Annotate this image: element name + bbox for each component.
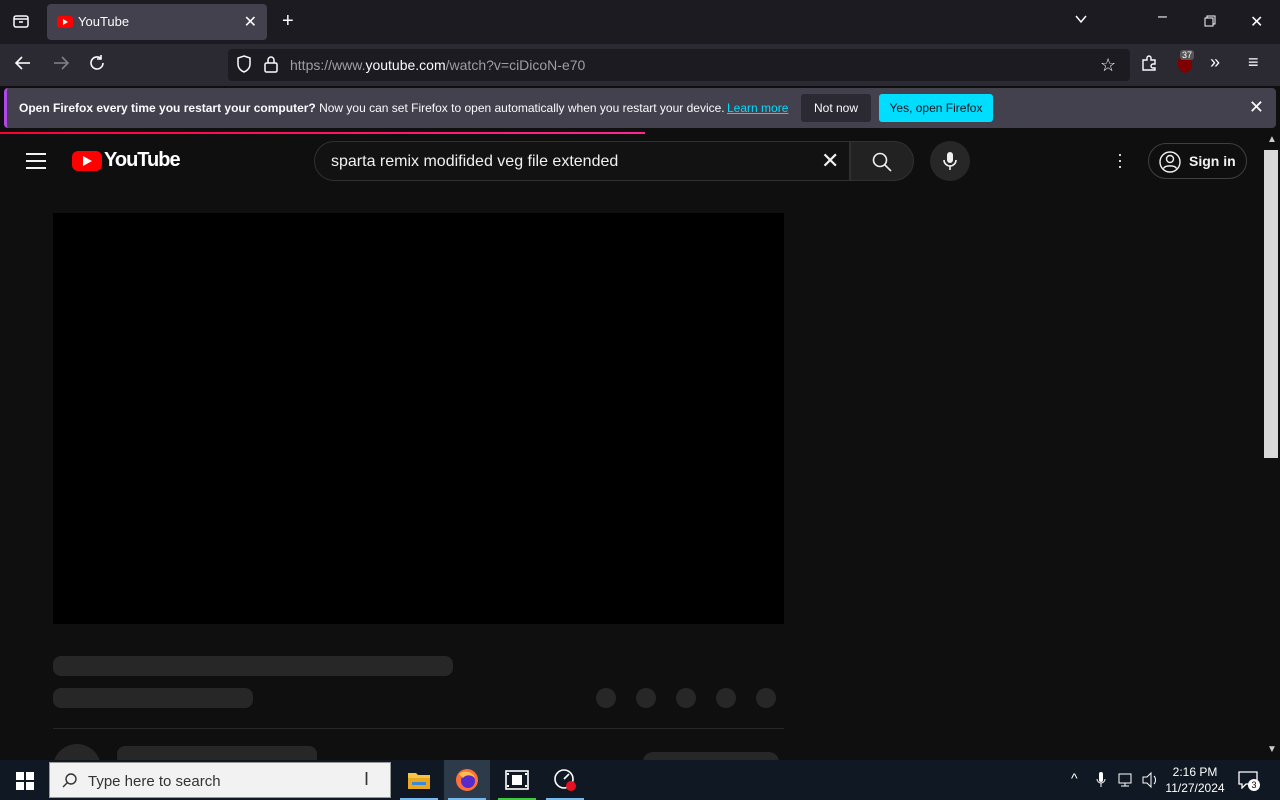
tab-youtube[interactable]: YouTube ✕ — [47, 4, 267, 40]
folder-icon — [408, 773, 430, 789]
tab-strip: YouTube ✕ + – ✕ — [0, 0, 1280, 44]
scroll-down-icon[interactable]: ▼ — [1267, 744, 1277, 755]
chevron-down-icon[interactable] — [1074, 12, 1088, 31]
microphone-tray-icon[interactable] — [1096, 772, 1106, 793]
bookmark-star-icon[interactable]: ☆ — [1100, 55, 1116, 76]
extension-badge: 37 — [1180, 50, 1195, 60]
text-cursor-icon: I — [364, 769, 370, 789]
title-placeholder — [53, 656, 453, 676]
settings-more-icon[interactable]: · · · — [1117, 145, 1123, 175]
address-bar[interactable]: https://www.youtube.com/watch?v=ciDicoN-… — [228, 49, 1130, 81]
youtube-favicon-icon — [57, 16, 73, 28]
app-menu-icon[interactable]: ≡ — [1248, 52, 1259, 73]
shield-icon[interactable] — [236, 55, 252, 78]
close-notification-icon[interactable]: ✕ — [1249, 97, 1264, 118]
not-now-button[interactable]: Not now — [801, 94, 871, 122]
yes-open-firefox-button[interactable]: Yes, open Firefox — [879, 94, 993, 122]
channel-placeholder — [53, 688, 253, 708]
tab-title: YouTube — [78, 14, 130, 29]
film-icon — [505, 770, 529, 790]
action-placeholder — [636, 688, 656, 708]
firefox-notification-bar: Open Firefox every time you restart your… — [4, 88, 1276, 128]
account-icon — [1159, 151, 1181, 173]
ublock-extension-icon[interactable]: 37 — [1176, 50, 1195, 74]
search-input[interactable]: sparta remix modifided veg file extended… — [314, 141, 850, 181]
action-placeholder — [596, 688, 616, 708]
new-tab-button[interactable]: + — [282, 10, 294, 33]
sign-in-label: Sign in — [1189, 153, 1236, 169]
minimize-button[interactable]: – — [1158, 8, 1167, 26]
video-player[interactable] — [53, 213, 784, 624]
taskbar-search-input[interactable]: Type here to search I — [49, 762, 391, 798]
navigation-toolbar: https://www.youtube.com/watch?v=ciDicoN-… — [0, 44, 1280, 86]
learn-more-link[interactable]: Learn more — [727, 101, 788, 115]
sign-in-button[interactable]: Sign in — [1148, 143, 1247, 179]
url-text: https://www.youtube.com/watch?v=ciDicoN-… — [290, 57, 586, 73]
search-icon — [872, 152, 892, 172]
action-placeholder — [716, 688, 736, 708]
divider — [53, 728, 784, 729]
firefox-app[interactable] — [444, 760, 490, 800]
recorder-icon — [554, 769, 576, 791]
clock[interactable]: 2:16 PM 11/27/2024 — [1160, 764, 1230, 796]
youtube-logo-text[interactable]: YouTube — [104, 149, 181, 172]
clock-time: 2:16 PM — [1172, 765, 1218, 779]
extensions-icon[interactable] — [1140, 54, 1158, 77]
scroll-up-icon[interactable]: ▲ — [1267, 134, 1277, 145]
overflow-chevron-icon[interactable]: » — [1210, 52, 1220, 73]
recorder-app[interactable] — [542, 760, 588, 800]
clock-date: 11/27/2024 — [1165, 781, 1225, 795]
microphone-icon — [943, 152, 957, 170]
file-explorer-app[interactable] — [396, 760, 442, 800]
scrollbar-thumb[interactable] — [1264, 150, 1278, 458]
firefox-icon — [456, 769, 478, 791]
search-icon — [62, 773, 77, 788]
taskbar-search-placeholder: Type here to search — [88, 773, 221, 790]
reload-button[interactable] — [88, 54, 106, 77]
video-editor-app[interactable] — [494, 760, 540, 800]
tab-list-icon[interactable] — [12, 12, 30, 35]
notification-count-badge: 3 — [1248, 779, 1260, 791]
youtube-logo-icon[interactable] — [72, 151, 102, 171]
guide-menu-icon[interactable] — [26, 153, 46, 169]
action-placeholder — [676, 688, 696, 708]
vertical-scrollbar[interactable]: ▲ ▼ — [1262, 134, 1280, 760]
back-button[interactable] — [14, 54, 32, 77]
lock-icon[interactable] — [264, 55, 278, 78]
windows-taskbar: Type here to search I ^ 2:16 PM 11/27/20… — [0, 760, 1280, 800]
action-center-icon[interactable]: 3 — [1238, 771, 1260, 794]
search-button[interactable] — [850, 141, 914, 181]
show-hidden-icons-chevron-icon[interactable]: ^ — [1071, 770, 1078, 786]
forward-button[interactable] — [52, 54, 70, 77]
close-window-button[interactable]: ✕ — [1250, 12, 1263, 32]
restore-button[interactable] — [1204, 14, 1216, 32]
notification-message: Open Firefox every time you restart your… — [19, 101, 725, 115]
network-icon[interactable] — [1118, 772, 1136, 793]
volume-icon[interactable] — [1142, 771, 1160, 793]
youtube-page: YouTube sparta remix modifided veg file … — [0, 134, 1262, 792]
search-query-text: sparta remix modifided veg file extended — [331, 153, 619, 170]
clear-search-icon[interactable]: ✕ — [821, 148, 839, 174]
voice-search-button[interactable] — [930, 141, 970, 181]
close-tab-icon[interactable]: ✕ — [244, 12, 257, 32]
windows-start-icon[interactable] — [16, 772, 34, 795]
action-placeholder — [756, 688, 776, 708]
